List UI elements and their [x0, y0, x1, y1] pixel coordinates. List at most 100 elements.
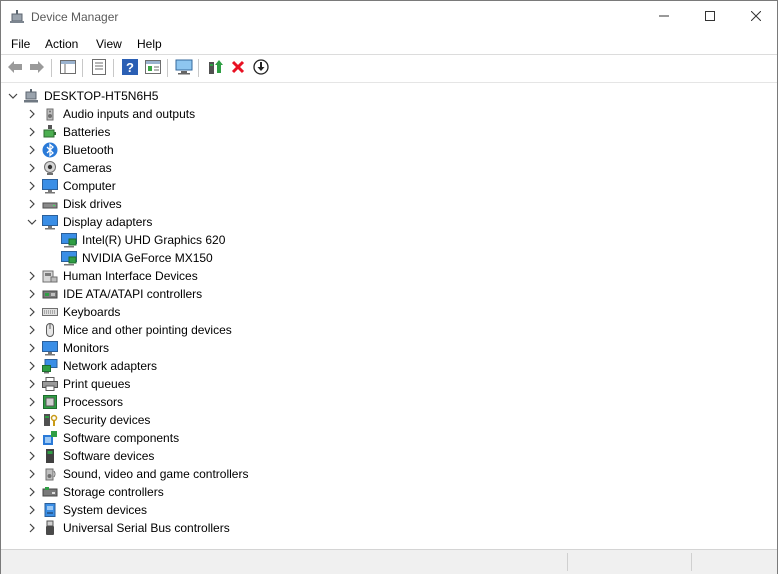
tree-item-system-devices[interactable]: System devices	[26, 501, 147, 519]
menu-action[interactable]: Action	[45, 37, 78, 51]
chevron-right-icon[interactable]	[26, 303, 38, 321]
svg-text:?: ?	[126, 60, 134, 75]
menu-file[interactable]: File	[11, 37, 30, 51]
tree-item-label: Bluetooth	[63, 143, 114, 157]
chevron-right-icon[interactable]	[26, 447, 38, 465]
chevron-right-icon[interactable]	[26, 285, 38, 303]
back-button[interactable]	[6, 59, 24, 77]
monitor-icon	[42, 340, 58, 356]
disable-device-button[interactable]	[252, 58, 270, 78]
tree-item-processors[interactable]: Processors	[26, 393, 123, 411]
close-button[interactable]	[733, 1, 778, 33]
minimize-button[interactable]	[641, 1, 687, 33]
tree-item-audio-inputs-and-outputs[interactable]: Audio inputs and outputs	[26, 105, 195, 123]
disable-device-icon	[253, 58, 269, 78]
tree-item-label: Print queues	[63, 377, 131, 391]
uninstall-device-icon	[231, 60, 245, 77]
battery-icon	[42, 124, 58, 140]
tree-item-universal-serial-bus-controllers[interactable]: Universal Serial Bus controllers	[26, 519, 230, 537]
tree-item-label: Disk drives	[63, 197, 122, 211]
properties-button[interactable]	[90, 58, 108, 77]
forward-button[interactable]	[28, 59, 46, 77]
printer-icon	[42, 376, 58, 392]
maximize-icon	[705, 10, 715, 24]
keyboard-icon	[42, 304, 58, 320]
chevron-right-icon[interactable]	[26, 195, 38, 213]
chevron-down-icon[interactable]	[7, 87, 19, 105]
chevron-right-icon[interactable]	[26, 357, 38, 375]
status-bar	[1, 549, 777, 574]
scan-hardware-changes-button[interactable]	[175, 59, 193, 77]
tree-item-software-components[interactable]: Software components	[26, 429, 179, 447]
tree-item-disk-drives[interactable]: Disk drives	[26, 195, 122, 213]
network-adapter-icon	[42, 358, 58, 374]
tree-item-ide-ata-atapi-controllers[interactable]: IDE ATA/ATAPI controllers	[26, 285, 202, 303]
chevron-right-icon[interactable]	[26, 159, 38, 177]
bluetooth-icon	[42, 142, 58, 158]
chevron-right-icon[interactable]	[26, 105, 38, 123]
chevron-right-icon[interactable]	[26, 483, 38, 501]
chevron-right-icon[interactable]	[26, 465, 38, 483]
speaker-icon	[42, 106, 58, 122]
tree-item-label: Mice and other pointing devices	[63, 323, 232, 337]
tree-item-label: DESKTOP-HT5N6H5	[44, 89, 159, 103]
chevron-down-icon[interactable]	[26, 213, 38, 231]
menu-view[interactable]: View	[96, 37, 122, 51]
software-component-icon	[42, 430, 58, 446]
show-hide-tree-icon	[60, 59, 76, 77]
tree-item-display-adapters[interactable]: Display adapters	[26, 213, 152, 231]
uninstall-device-button[interactable]	[229, 59, 247, 77]
tree-item-storage-controllers[interactable]: Storage controllers	[26, 483, 164, 501]
chevron-right-icon[interactable]	[26, 123, 38, 141]
menu-help[interactable]: Help	[137, 37, 162, 51]
tree-item-display-adapter-device[interactable]: NVIDIA GeForce MX150	[45, 249, 213, 267]
chevron-right-icon[interactable]	[26, 501, 38, 519]
tree-item-network-adapters[interactable]: Network adapters	[26, 357, 157, 375]
tree-item-label: Computer	[63, 179, 116, 193]
toolbar-separator	[113, 59, 114, 77]
chevron-right-icon[interactable]	[26, 519, 38, 537]
camera-icon	[42, 160, 58, 176]
tree-item-computer[interactable]: Computer	[26, 177, 116, 195]
chevron-right-icon[interactable]	[26, 429, 38, 447]
tree-item-label: Universal Serial Bus controllers	[63, 521, 230, 535]
chevron-right-icon[interactable]	[26, 411, 38, 429]
gpu-device-icon	[61, 250, 77, 266]
tree-item-batteries[interactable]: Batteries	[26, 123, 110, 141]
tree-item-label: Display adapters	[63, 215, 153, 229]
menu-bar: File Action View Help	[1, 33, 777, 54]
tree-item-software-devices[interactable]: Software devices	[26, 447, 154, 465]
tree-item-security-devices[interactable]: Security devices	[26, 411, 150, 429]
chevron-right-icon[interactable]	[26, 393, 38, 411]
tree-item-mice-and-other-pointing-devices[interactable]: Mice and other pointing devices	[26, 321, 232, 339]
chevron-right-icon[interactable]	[26, 321, 38, 339]
chevron-right-icon[interactable]	[26, 375, 38, 393]
tree-item-label: Network adapters	[63, 359, 158, 373]
tree-item-cameras[interactable]: Cameras	[26, 159, 112, 177]
tree-item-sound-video-and-game-controllers[interactable]: Sound, video and game controllers	[26, 465, 248, 483]
scan-hardware-icon	[175, 59, 193, 78]
show-hide-console-tree-button[interactable]	[59, 59, 77, 77]
tree-item-display-adapter-device[interactable]: Intel(R) UHD Graphics 620	[45, 231, 225, 249]
chevron-right-icon[interactable]	[26, 141, 38, 159]
update-driver-button[interactable]	[206, 59, 224, 77]
tree-root-computer[interactable]: DESKTOP-HT5N6H5	[7, 87, 158, 105]
tree-item-bluetooth[interactable]: Bluetooth	[26, 141, 114, 159]
processor-icon	[42, 394, 58, 410]
tree-item-human-interface-devices[interactable]: Human Interface Devices	[26, 267, 198, 285]
toolbar: ?	[1, 54, 777, 83]
chevron-right-icon[interactable]	[26, 267, 38, 285]
chevron-right-icon[interactable]	[26, 177, 38, 195]
tree-item-keyboards[interactable]: Keyboards	[26, 303, 120, 321]
maximize-button[interactable]	[687, 1, 733, 33]
action-pane-button[interactable]	[144, 59, 162, 77]
device-tree[interactable]: DESKTOP-HT5N6H5 Audio inputs and outputs B…	[1, 85, 777, 547]
tree-item-print-queues[interactable]: Print queues	[26, 375, 130, 393]
title-bar[interactable]: Device Manager	[1, 1, 777, 33]
chevron-right-icon[interactable]	[26, 339, 38, 357]
help-button[interactable]: ?	[121, 58, 139, 77]
tree-item-monitors[interactable]: Monitors	[26, 339, 109, 357]
close-icon	[750, 10, 762, 24]
toolbar-separator	[82, 59, 83, 77]
